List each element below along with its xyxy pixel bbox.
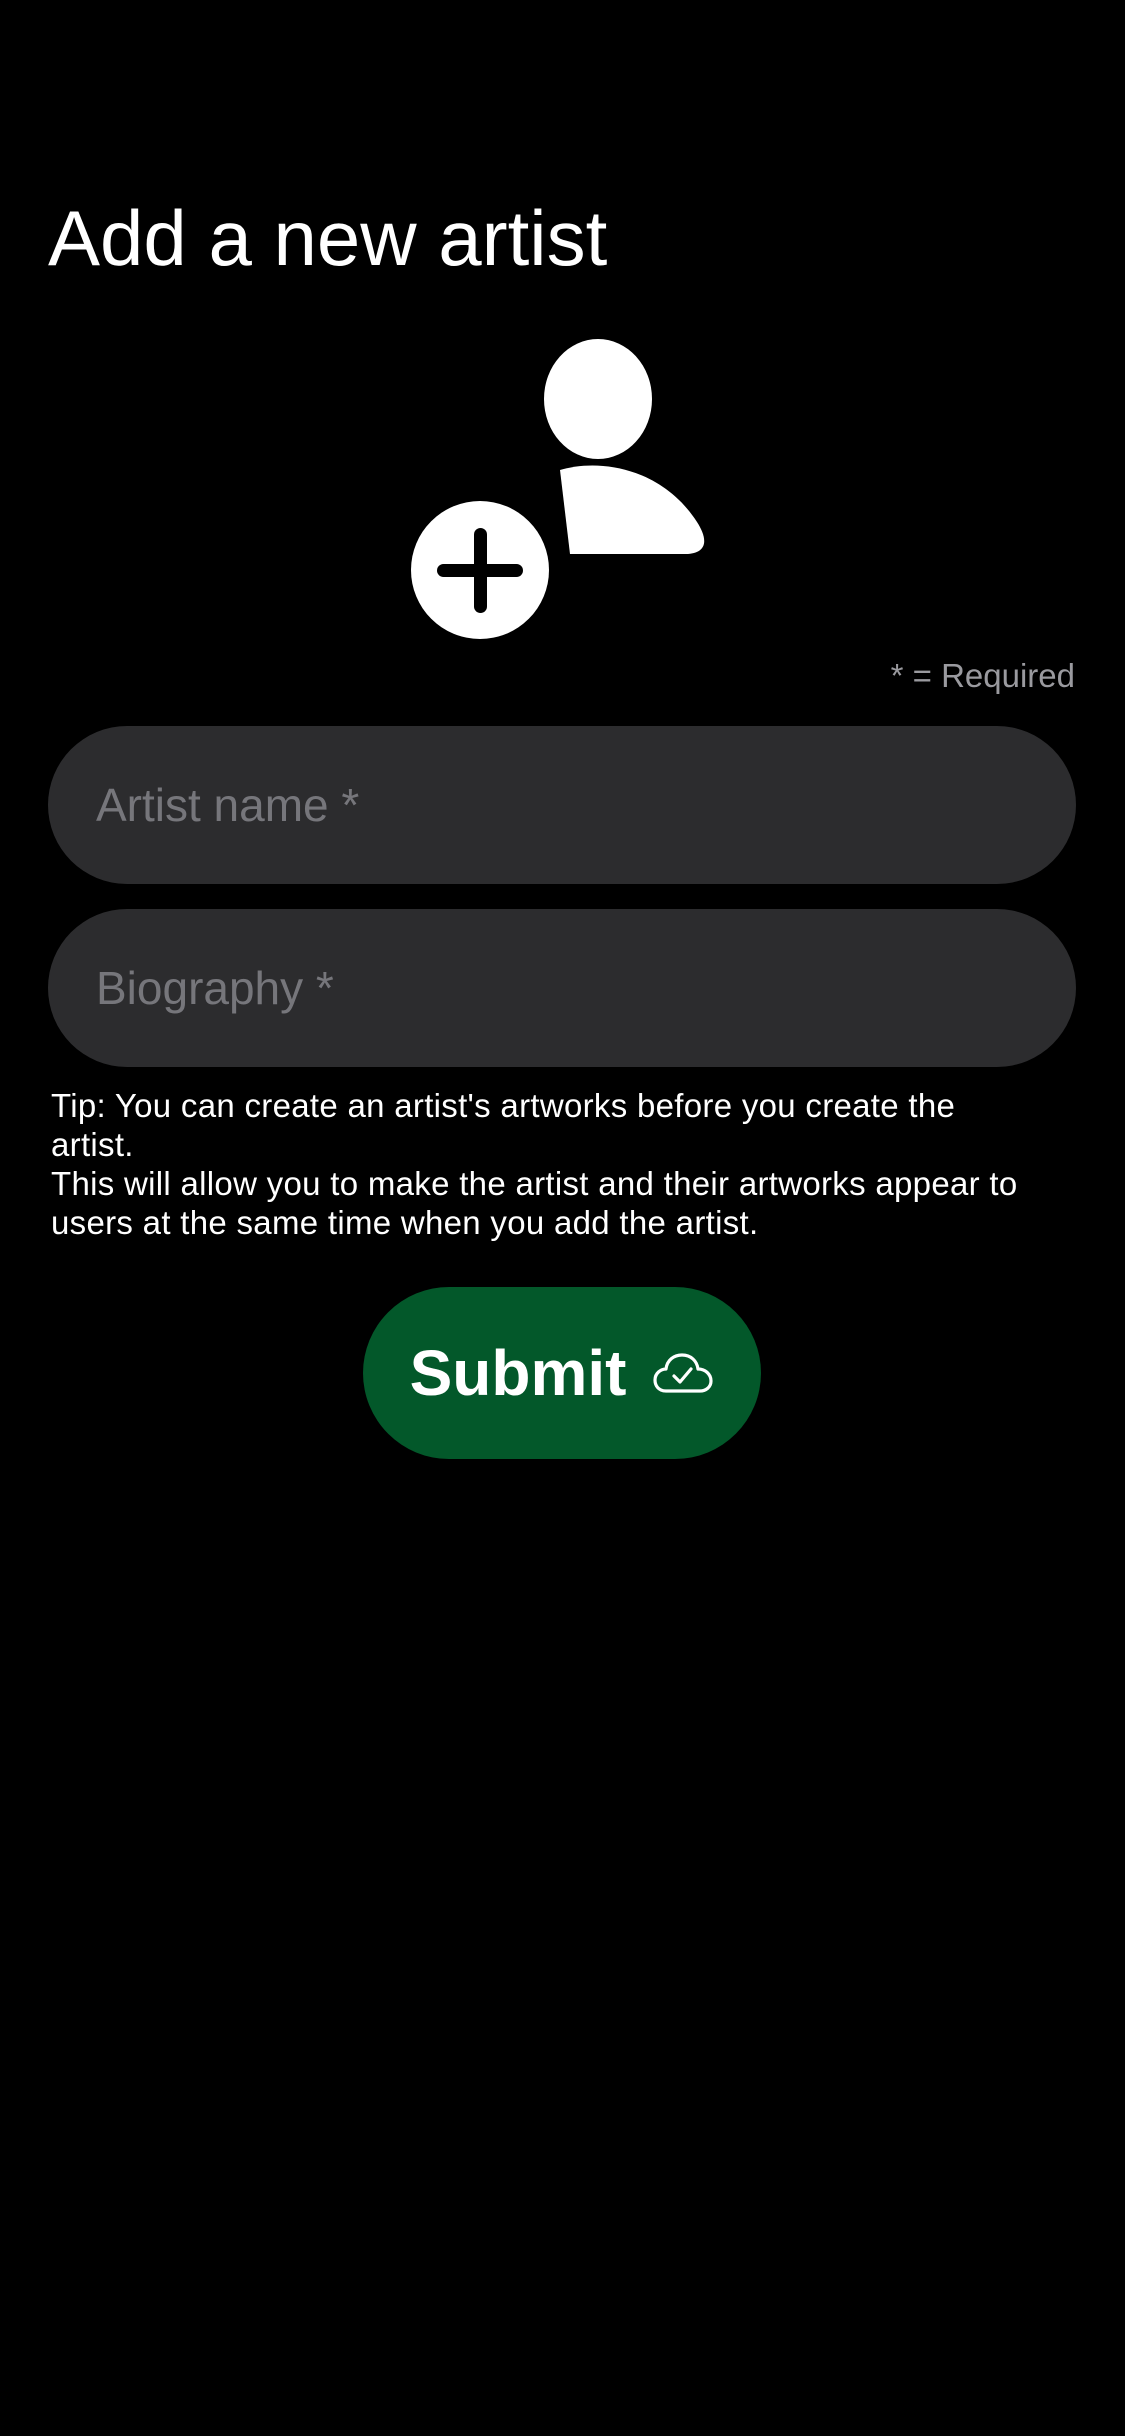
artist-name-field[interactable] — [48, 726, 1076, 884]
cloud-check-icon — [653, 1353, 714, 1393]
artist-name-input[interactable] — [96, 726, 1028, 884]
required-note: * = Required — [890, 657, 1075, 694]
biography-input[interactable] — [96, 909, 1028, 1067]
tip-line-1: Tip: You can create an artist's artworks… — [51, 1087, 956, 1163]
biography-field[interactable] — [48, 909, 1076, 1067]
page-title: Add a new artist — [48, 194, 608, 282]
tip-line-2: This will allow you to make the artist a… — [51, 1165, 1018, 1241]
submit-label: Submit — [409, 1337, 627, 1409]
person-add-icon — [410, 339, 705, 640]
submit-button[interactable]: Submit — [363, 1287, 761, 1459]
tip-text: Tip: You can create an artist's artworks… — [51, 1086, 1081, 1242]
add-artist-photo-button[interactable] — [410, 336, 720, 640]
